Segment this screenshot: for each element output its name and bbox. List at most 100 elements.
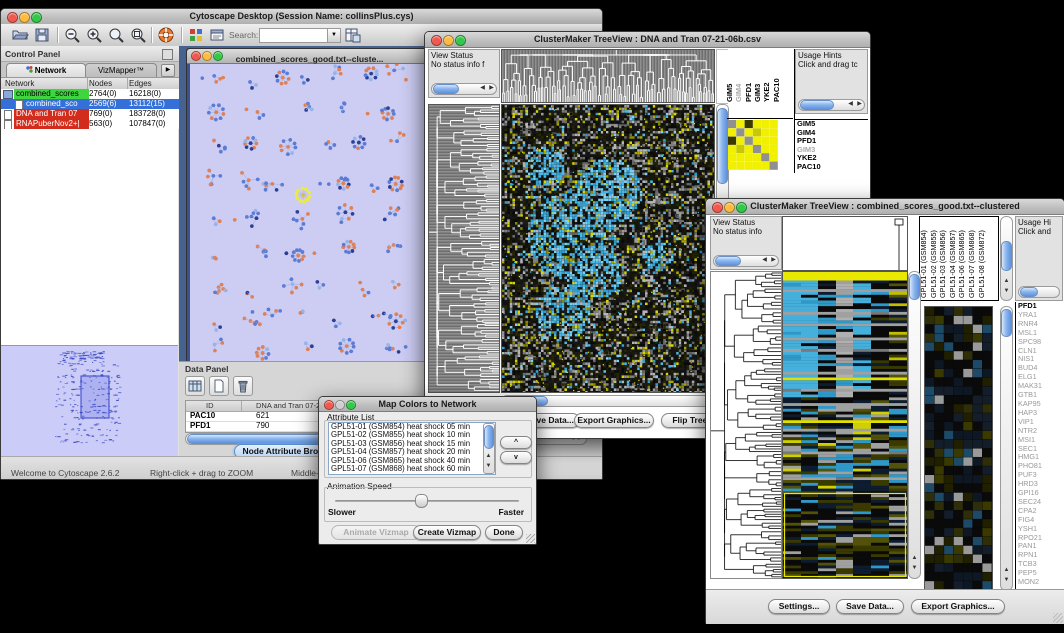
open-folder-icon[interactable] xyxy=(11,26,29,44)
zoom-fit-icon[interactable] xyxy=(129,26,147,44)
vizmap-icon[interactable] xyxy=(187,26,205,44)
resize-grip[interactable] xyxy=(1053,613,1063,623)
tv2-heat-vscrollbar[interactable]: ▲▼ xyxy=(908,271,921,579)
tv2-view-status-panel: View StatusNo status info ◀▶ xyxy=(710,216,782,270)
tv1-row-dendrogram[interactable] xyxy=(428,104,500,393)
edges-count: 183728(0) xyxy=(129,109,165,119)
treeview2-title-bar[interactable]: ClusterMaker TreeView : combined_scores_… xyxy=(706,199,1064,215)
settings-button[interactable]: Settings... xyxy=(768,599,830,614)
treeview1-title-bar[interactable]: ClusterMaker TreeView : DNA and Tran 07-… xyxy=(425,32,870,48)
search-dropdown-arrow-icon[interactable]: ▼ xyxy=(327,28,341,43)
annotation-icon[interactable] xyxy=(208,26,226,44)
tv2-mini-vscrollbar[interactable]: ▲▼ xyxy=(1000,306,1013,591)
status-hint-zoom: Right-click + drag to ZOOM xyxy=(150,468,253,478)
table-icon[interactable] xyxy=(185,376,205,396)
resize-grip[interactable] xyxy=(526,534,535,543)
divider xyxy=(727,118,793,119)
tv1-mini-heatmap[interactable] xyxy=(728,120,778,170)
tv2-hints-scrollbar[interactable] xyxy=(1018,286,1060,298)
minimize-button[interactable] xyxy=(19,12,30,23)
network-view-window-1[interactable]: combined_scores_good.txt--cluste... xyxy=(186,48,433,373)
network-name: combined_sco xyxy=(24,99,80,109)
move-up-button[interactable]: ^ xyxy=(500,436,532,449)
column-header-nodes[interactable]: Nodes xyxy=(89,79,112,88)
minimize-button[interactable] xyxy=(335,400,345,410)
search-input[interactable] xyxy=(259,28,329,43)
save-icon[interactable] xyxy=(33,26,51,44)
close-button[interactable] xyxy=(324,400,334,410)
col-label-pac10: PAC10 xyxy=(772,78,781,102)
status-welcome: Welcome to Cytoscape 2.6.2 xyxy=(11,468,120,478)
edges-count: 107847(0) xyxy=(129,119,165,129)
nodes-count: 2764(0) xyxy=(89,89,117,99)
move-down-button[interactable]: v xyxy=(500,451,532,464)
network-row-rnapubernov2-[interactable]: RNAPuberNov2+|563(0)107847(0) xyxy=(1,119,179,129)
tv2-status-scrollbar[interactable]: ◀▶ xyxy=(713,255,779,267)
help-ring-icon[interactable] xyxy=(157,26,175,44)
tv1-heatmap[interactable] xyxy=(501,104,715,393)
network-tree-empty-area xyxy=(1,129,178,346)
gene-label-pac10: PAC10 xyxy=(797,163,868,172)
import-table-icon[interactable] xyxy=(343,26,361,44)
birdseye-view[interactable] xyxy=(1,346,178,456)
minimize-button[interactable] xyxy=(202,51,212,61)
tv1-column-dendrogram[interactable] xyxy=(501,49,715,103)
minimize-button[interactable] xyxy=(443,35,454,46)
zoom-button[interactable] xyxy=(736,202,747,213)
zoom-button[interactable] xyxy=(346,400,356,410)
tab-vizmapper-[interactable]: VizMapper™ xyxy=(85,63,157,77)
animate-vizmap-button[interactable]: Animate Vizmap xyxy=(331,525,421,540)
treeview2-title: ClusterMaker TreeView : combined_scores_… xyxy=(750,199,1019,214)
tv2-collabel-scrollbar[interactable]: ▲▼ xyxy=(1000,216,1013,301)
tab-network[interactable]: Network xyxy=(6,63,86,77)
minimize-button[interactable] xyxy=(724,202,735,213)
toolbar-separator xyxy=(57,27,59,43)
column-header-edges[interactable]: Edges xyxy=(129,79,152,88)
tab-overflow-arrow[interactable]: ▶ xyxy=(161,64,175,77)
network-row-dna-and-tran-07[interactable]: DNA and Tran 07769(0)183728(0) xyxy=(1,109,179,119)
tv2-row-dendrogram[interactable] xyxy=(710,271,782,579)
zoom-button[interactable] xyxy=(455,35,466,46)
trash-icon[interactable] xyxy=(233,376,253,396)
float-panel-icon[interactable] xyxy=(162,49,173,60)
create-vizmap-button[interactable]: Create Vizmap xyxy=(413,525,481,540)
tv2-column-dendrogram[interactable] xyxy=(782,216,908,271)
new-document-icon[interactable] xyxy=(209,376,229,396)
network-row-combined-sco[interactable]: combined_sco2569(6)13112(15) xyxy=(1,99,179,109)
dialog-title-bar[interactable]: Map Colors to Network xyxy=(319,397,536,412)
tv1-status-scrollbar[interactable]: ◀▶ xyxy=(431,83,497,95)
edges-count: 16218(0) xyxy=(129,89,161,99)
network-view-title: combined_scores_good.txt--cluste... xyxy=(236,54,384,64)
col-label-pfd1: PFD1 xyxy=(744,83,753,102)
desktop: Cytoscape Desktop (Session Name: collins… xyxy=(0,0,1064,633)
dialog-title: Map Colors to Network xyxy=(378,397,476,411)
done-button[interactable]: Done xyxy=(485,525,523,540)
close-button[interactable] xyxy=(431,35,442,46)
attribute-item[interactable]: GPL51-07 (GSM868) heat shock 60 min xyxy=(329,465,495,473)
network-row-combined-scores[interactable]: combined_scores2764(0)16218(0) xyxy=(1,89,179,99)
attribute-list-scrollbar[interactable]: ▲▼ xyxy=(483,423,495,474)
save-data-button[interactable]: Save Data... xyxy=(836,599,904,614)
dp-col-id[interactable]: ID xyxy=(206,401,214,410)
magnify-icon[interactable] xyxy=(107,26,125,44)
export-graphics-button[interactable]: Export Graphics... xyxy=(574,413,654,428)
tv2-heatmap[interactable] xyxy=(782,271,908,579)
close-button[interactable] xyxy=(191,51,201,61)
export-graphics-button[interactable]: Export Graphics... xyxy=(911,599,1005,614)
column-header-network[interactable]: Network xyxy=(5,79,34,88)
zoom-in-icon[interactable] xyxy=(85,26,103,44)
speed-slider-thumb[interactable] xyxy=(415,494,428,508)
close-button[interactable] xyxy=(712,202,723,213)
tv1-hints-scrollbar[interactable]: ◀▶ xyxy=(798,99,865,111)
tv1-usage-hints-panel: Usage HintsClick and drag tc ◀▶ xyxy=(795,49,868,114)
close-button[interactable] xyxy=(7,12,18,23)
zoom-button[interactable] xyxy=(31,12,42,23)
col-label-gim4: GIM4 xyxy=(734,84,743,102)
tv2-mini-heatmap[interactable] xyxy=(924,306,993,591)
search-label: Search: xyxy=(229,30,258,40)
attribute-listbox[interactable]: GPL51-01 (GSM854) heat shock 05 minGPL51… xyxy=(328,422,496,475)
main-title-bar[interactable]: Cytoscape Desktop (Session Name: collins… xyxy=(1,9,602,25)
zoom-out-icon[interactable] xyxy=(63,26,81,44)
zoom-button[interactable] xyxy=(213,51,223,61)
network-canvas-1[interactable] xyxy=(190,64,427,367)
